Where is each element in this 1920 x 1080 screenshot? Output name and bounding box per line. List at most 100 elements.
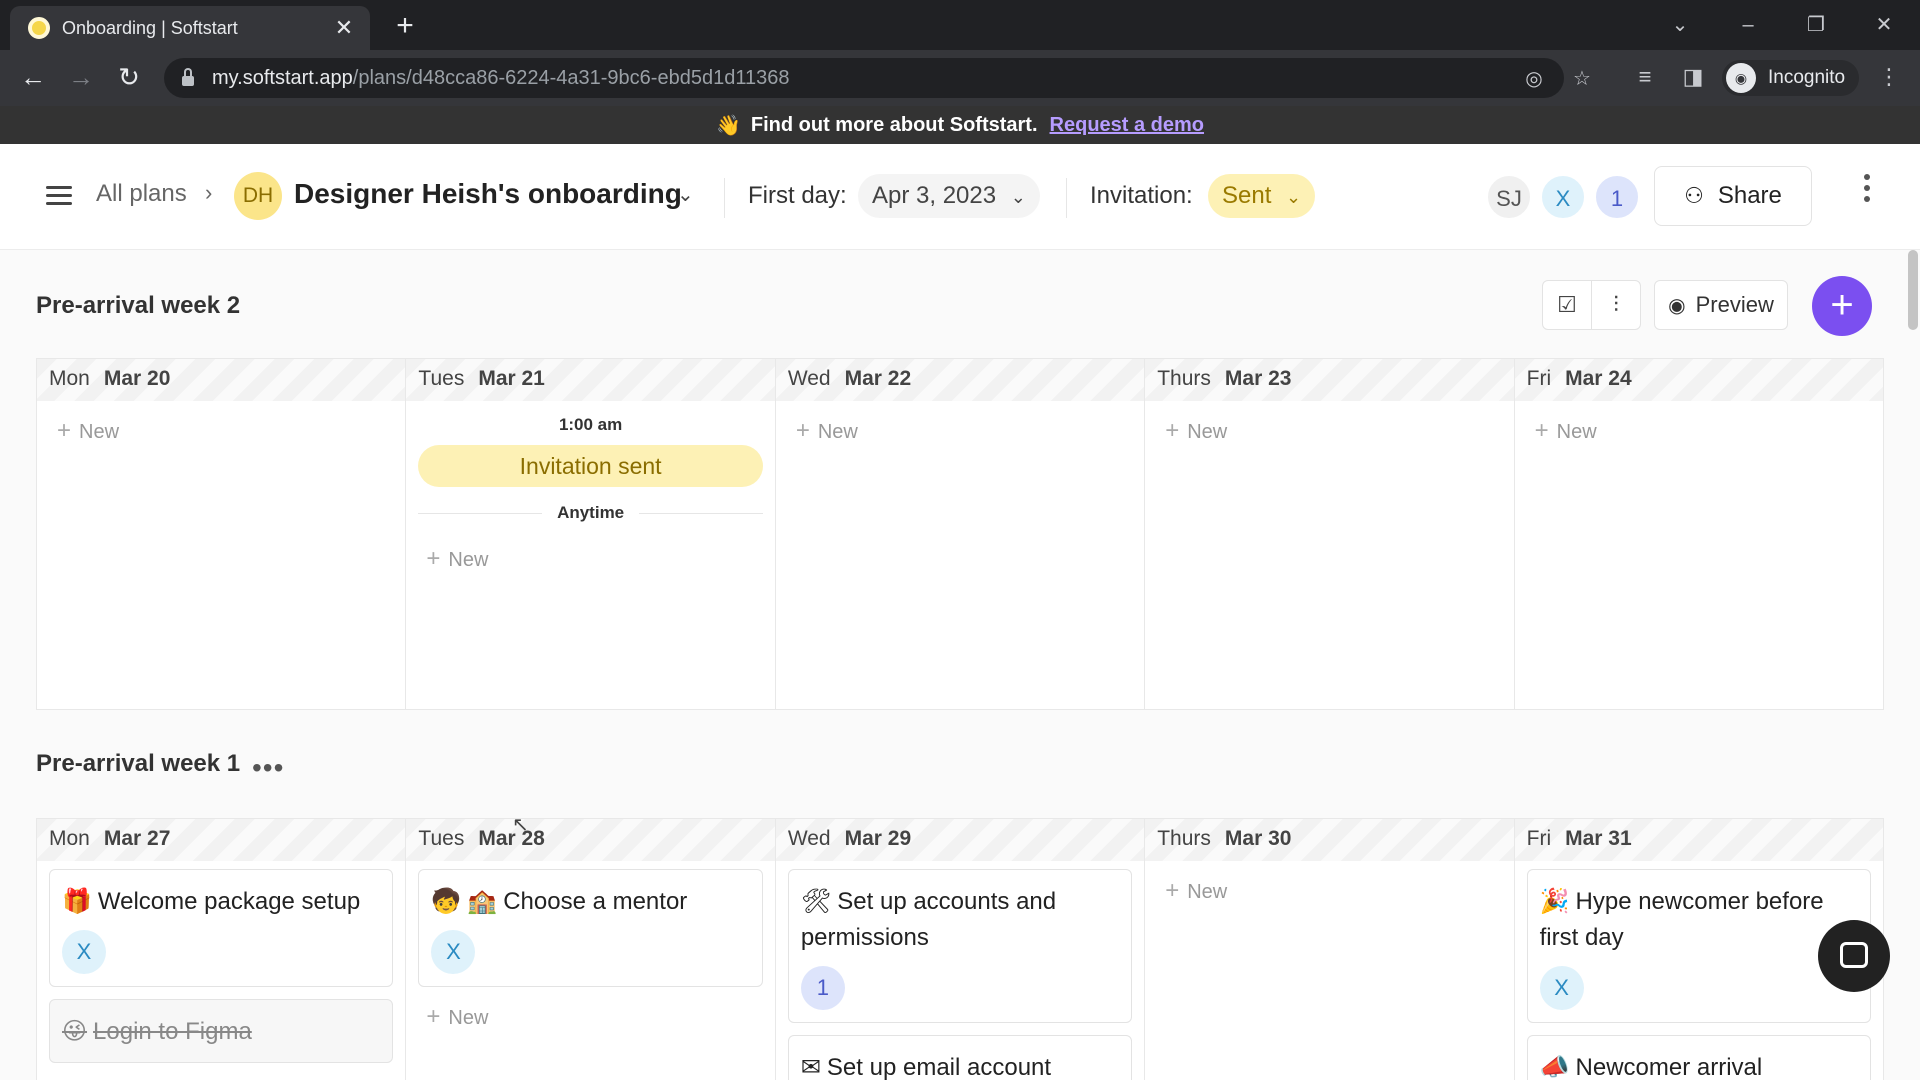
task-card[interactable]: 🎁 Welcome package setup X <box>49 869 394 987</box>
chevron-down-icon: ⌄ <box>1286 187 1302 207</box>
hamburger-menu-icon[interactable] <box>46 186 72 206</box>
chevron-right-icon: › <box>205 180 213 205</box>
week-title: Pre-arrival week 2 <box>36 292 241 319</box>
page-scrollbar[interactable] <box>1908 250 1918 330</box>
more-options-icon[interactable] <box>1862 174 1872 214</box>
task-card[interactable]: 📣 Newcomer arrival <box>1526 1035 1872 1080</box>
reload-icon[interactable]: ↻ <box>112 62 146 94</box>
gift-icon: 🎁 <box>62 888 92 915</box>
invitation-status-dropdown[interactable]: Sent ⌄ <box>1208 174 1316 218</box>
school-icon: 🏫 <box>467 888 498 915</box>
bookmark-star-icon[interactable]: ☆ <box>1568 66 1596 91</box>
day-column: Wed Mar 22 + New <box>775 359 1146 709</box>
week-grid: Mon Mar 27 🎁 Welcome package setup X 😜 Logi… <box>36 818 1884 1080</box>
first-day-picker[interactable]: Apr 3, 2023 ⌄ <box>858 174 1040 218</box>
plus-icon: + <box>1534 417 1549 444</box>
checkbox-view-icon[interactable]: ☑ <box>1542 280 1592 330</box>
day-header: Fri Mar 24 <box>1514 359 1884 401</box>
day-column: Tues Mar 21 1:00 am Invitation sent Anyti… <box>406 359 776 709</box>
person-face-icon: 🧒 <box>431 888 462 915</box>
add-button[interactable]: + <box>1812 276 1872 336</box>
tools-icon: 🛠 <box>800 888 832 915</box>
divider <box>724 178 725 218</box>
chat-support-icon[interactable] <box>1818 920 1890 992</box>
day-header: Mon Mar 20 <box>37 359 406 401</box>
assignee-avatar[interactable]: X <box>1539 966 1584 1010</box>
day-column: Mon Mar 27 🎁 Welcome package setup X 😜 Logi… <box>37 819 407 1080</box>
task-card[interactable]: 🛠 Set up accounts and permissions 1 <box>787 869 1133 1023</box>
incognito-profile[interactable]: ◉ Incognito <box>1722 60 1860 96</box>
close-window-icon[interactable]: ✕ <box>1864 8 1904 42</box>
share-button[interactable]: ⚇ Share <box>1654 166 1812 226</box>
day-column: Fri Mar 24 + New <box>1514 359 1884 709</box>
tab-search-icon[interactable]: ⌄ <box>1660 8 1700 42</box>
more-horizontal-icon[interactable]: ••• <box>252 752 284 784</box>
new-task-button[interactable]: + New <box>406 523 774 589</box>
banner-text: Find out more about Softstart. <box>750 113 1038 136</box>
waving-hand-icon: 👋 <box>715 114 741 137</box>
plus-icon: + <box>426 545 441 572</box>
filter-sliders-icon[interactable]: ⫶ <box>1591 280 1641 330</box>
plus-icon: + <box>1165 877 1180 904</box>
close-tab-icon[interactable]: ✕ <box>332 15 356 41</box>
preview-button[interactable]: ◉ Preview <box>1654 280 1788 330</box>
softstart-favicon-icon <box>28 17 50 39</box>
new-task-button[interactable]: + New <box>406 987 774 1047</box>
tab-title: Onboarding | Softstart <box>62 17 238 38</box>
forward-icon[interactable]: → <box>64 62 98 94</box>
task-title: Newcomer arrival <box>1575 1054 1763 1080</box>
assignee-avatar[interactable]: 1 <box>800 966 845 1010</box>
collaborator-avatar[interactable]: SJ <box>1486 174 1532 220</box>
task-card[interactable]: ✉ Set up email account <box>787 1035 1133 1080</box>
collaborator-avatar[interactable]: 1 <box>1594 174 1640 220</box>
url-text[interactable]: my.softstart.app/plans/d48cca86-6224-4a3… <box>212 67 789 90</box>
lock-icon[interactable] <box>182 68 194 86</box>
browser-tab[interactable]: Onboarding | Softstart ✕ <box>10 6 370 50</box>
task-card[interactable]: 🧒 🏫 Choose a mentor X <box>418 869 763 987</box>
task-card[interactable]: 😜 Login to Figma <box>49 999 394 1063</box>
time-label: Anytime <box>418 503 764 523</box>
side-panel-icon[interactable]: ◨ <box>1678 64 1708 90</box>
request-demo-link[interactable]: Request a demo <box>1050 114 1204 137</box>
chevron-down-icon[interactable]: ⌄ <box>677 182 694 207</box>
invitation-sent-event[interactable]: Invitation sent <box>418 445 763 487</box>
preview-label: Preview <box>1695 292 1774 317</box>
new-task-button[interactable]: + New <box>37 401 405 461</box>
profile-label: Incognito <box>1768 67 1846 88</box>
day-column: Thurs Mar 23 + New <box>1145 359 1515 709</box>
tracking-blocked-icon[interactable]: ◎ <box>1520 66 1548 91</box>
back-icon[interactable]: ← <box>16 62 50 94</box>
new-task-button[interactable]: + New <box>1515 401 1883 461</box>
week-title: Pre-arrival week 1 <box>36 750 241 777</box>
incognito-icon: ◉ <box>1726 63 1756 93</box>
envelope-icon: ✉ <box>800 1054 821 1080</box>
media-queue-icon[interactable]: ≡ <box>1630 64 1660 90</box>
address-bar[interactable]: my.softstart.app/plans/d48cca86-6224-4a3… <box>164 58 1591 98</box>
new-task-button[interactable]: + New <box>1145 861 1513 921</box>
new-tab-icon[interactable]: + <box>388 10 422 44</box>
browser-toolbar: ← → ↻ my.softstart.app/plans/d48cca86-62… <box>0 50 1920 106</box>
assignee-avatar[interactable]: X <box>431 930 476 974</box>
day-header: Tues Mar 21 <box>406 359 775 401</box>
plan-title[interactable]: Designer Heish's onboarding <box>294 178 682 210</box>
breadcrumb-all-plans[interactable]: All plans <box>96 180 187 208</box>
share-label: Share <box>1717 182 1782 209</box>
new-task-button[interactable]: + New <box>1145 401 1513 461</box>
collaborator-avatar[interactable]: X <box>1540 174 1586 220</box>
plan-avatar: DH <box>234 172 282 220</box>
chevron-down-icon: ⌄ <box>1010 187 1026 207</box>
new-task-button[interactable]: + New <box>776 401 1144 461</box>
day-column: Tues Mar 28 🧒 🏫 Choose a mentor X + New <box>406 819 776 1080</box>
first-day-value: Apr 3, 2023 <box>872 182 997 209</box>
mouse-cursor-icon: ↖ <box>512 814 529 836</box>
assignee-avatar[interactable]: X <box>62 930 106 974</box>
restore-icon[interactable]: ❐ <box>1796 8 1836 42</box>
day-header: Tues Mar 28 <box>406 819 775 861</box>
browser-tabbar: Onboarding | Softstart ✕ + ⌄ – ❐ ✕ <box>0 0 1920 50</box>
person-icon: ⚇ <box>1684 183 1704 208</box>
day-header: Wed Mar 22 <box>775 359 1145 401</box>
browser-menu-icon[interactable]: ⋮ <box>1874 64 1904 90</box>
invitation-label: Invitation: <box>1090 182 1193 209</box>
day-header: Fri Mar 31 <box>1514 819 1884 861</box>
minimize-icon[interactable]: – <box>1728 8 1768 42</box>
